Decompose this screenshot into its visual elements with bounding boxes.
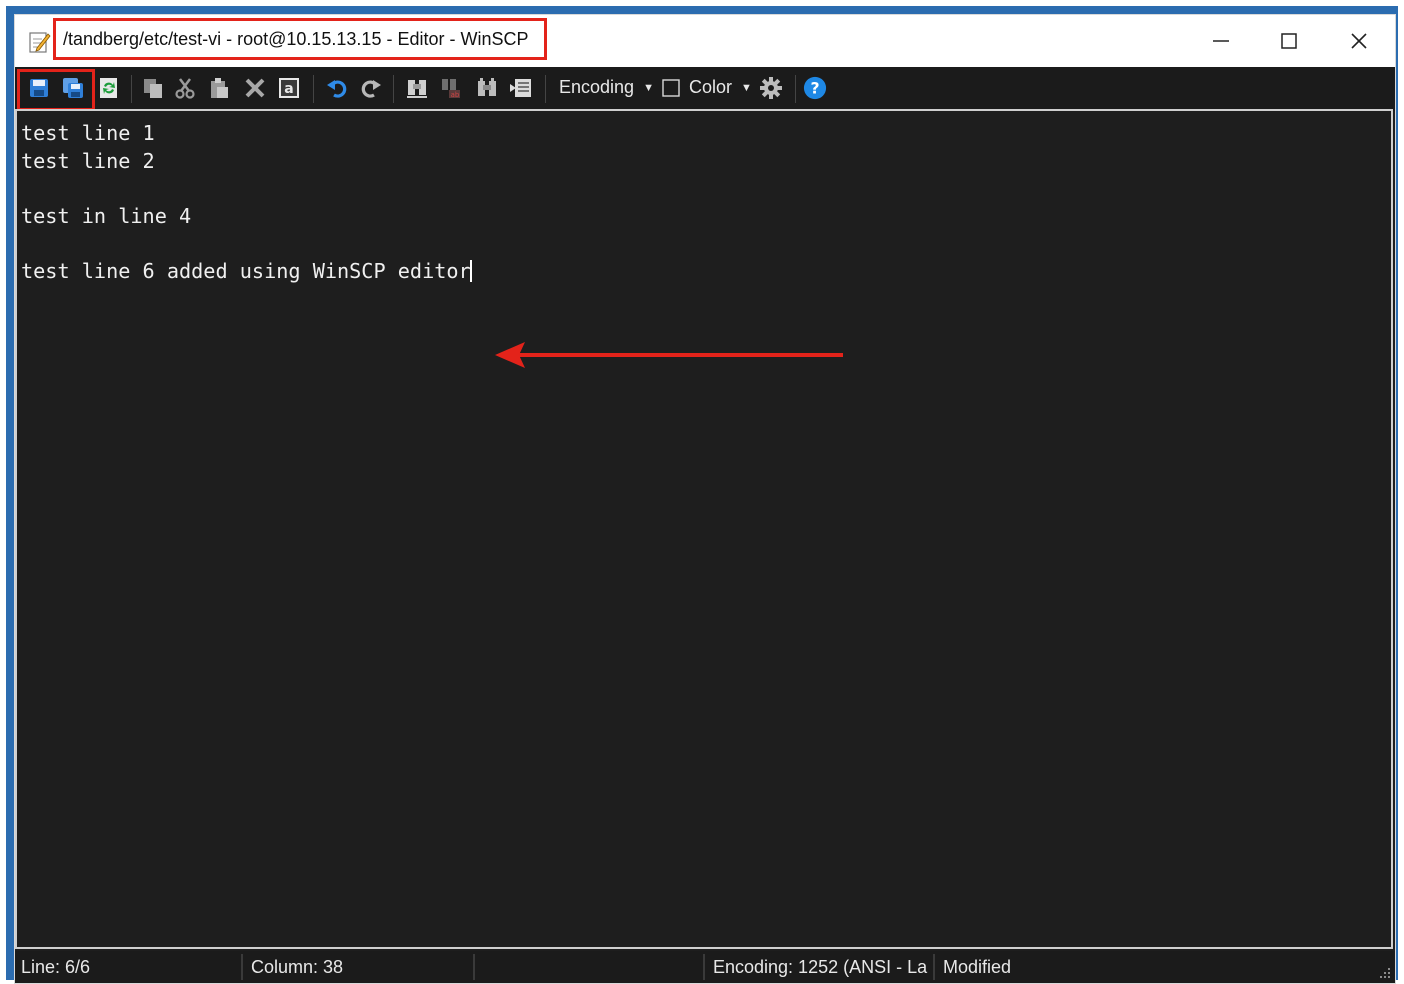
replace-icon[interactable]: ab <box>439 75 463 101</box>
maximize-button[interactable] <box>1255 15 1323 67</box>
editor-line-text: test line 6 added using WinSCP editor <box>21 259 471 283</box>
settings-icon[interactable] <box>759 75 783 101</box>
status-bar: Line: 6/6 Column: 38 Encoding: 1252 (ANS… <box>15 951 1395 983</box>
chevron-down-icon: ▼ <box>643 82 654 94</box>
toolbar-separator <box>795 75 796 103</box>
close-button[interactable] <box>1325 15 1393 67</box>
redo-icon[interactable] <box>359 75 383 101</box>
svg-text:?: ? <box>810 79 819 98</box>
toolbar: a ab Encoding ▼ Color ▼ ? <box>15 67 1395 111</box>
window-frame: /tandberg/etc/test-vi - root@10.15.13.15… <box>6 6 1398 984</box>
minimize-button[interactable] <box>1187 15 1255 67</box>
chevron-down-icon: ▼ <box>741 82 752 94</box>
annotation-arrow <box>495 342 843 368</box>
text-editor-area[interactable]: test line 1 test line 2 test in line 4 t… <box>15 109 1393 949</box>
find-next-icon[interactable] <box>475 75 499 101</box>
copy-icon[interactable] <box>141 75 165 101</box>
color-label: Color <box>689 77 733 97</box>
toolbar-separator <box>131 75 132 103</box>
status-line: Line: 6/6 <box>17 954 243 980</box>
status-encoding: Encoding: 1252 (ANSI - La <box>709 954 935 980</box>
editor-app-icon <box>29 30 51 53</box>
editor-window: /tandberg/etc/test-vi - root@10.15.13.15… <box>14 14 1396 984</box>
editor-line[interactable]: test line 1 <box>21 121 155 147</box>
find-icon[interactable] <box>405 75 429 101</box>
editor-line-current[interactable]: test line 6 added using WinSCP editor <box>21 259 472 285</box>
color-checkbox[interactable] <box>661 75 681 101</box>
undo-icon[interactable] <box>325 75 349 101</box>
status-empty <box>479 954 705 980</box>
toolbar-separator <box>393 75 394 103</box>
paste-icon[interactable] <box>207 75 231 101</box>
title-bar[interactable]: /tandberg/etc/test-vi - root@10.15.13.15… <box>15 15 1395 67</box>
status-column: Column: 38 <box>247 954 475 980</box>
svg-text:ab: ab <box>451 91 460 99</box>
save-highlight-box <box>17 69 95 111</box>
delete-icon[interactable] <box>243 75 267 101</box>
status-modified: Modified <box>943 957 1012 977</box>
text-caret <box>469 260 472 282</box>
go-to-line-icon[interactable] <box>509 75 533 101</box>
encoding-label: Encoding <box>559 77 635 97</box>
svg-text:a: a <box>284 81 293 97</box>
toolbar-separator <box>545 75 546 103</box>
editor-line[interactable]: test in line 4 <box>21 204 191 230</box>
reload-icon[interactable] <box>97 75 121 101</box>
title-highlight-box <box>53 18 547 60</box>
select-all-icon[interactable]: a <box>277 75 301 101</box>
cut-icon[interactable] <box>173 75 197 101</box>
toolbar-separator <box>313 75 314 103</box>
color-dropdown[interactable]: Color ▼ <box>689 77 752 98</box>
resize-grip-icon[interactable] <box>1379 967 1391 979</box>
help-icon[interactable]: ? <box>803 75 827 101</box>
editor-line[interactable]: test line 2 <box>21 149 155 175</box>
encoding-dropdown[interactable]: Encoding ▼ <box>559 77 654 98</box>
